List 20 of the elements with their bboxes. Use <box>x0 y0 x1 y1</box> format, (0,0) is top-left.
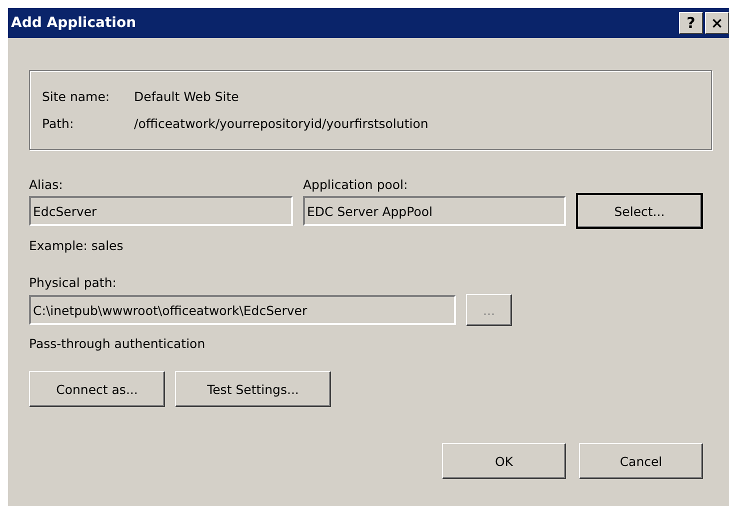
alias-field[interactable]: EdcServer <box>29 196 293 226</box>
application-pool-label: Application pool: <box>303 177 409 192</box>
select-button[interactable]: Select... <box>576 193 703 229</box>
physical-path-field[interactable]: C:\inetpub\wwwroot\officeatwork\EdcServer <box>29 295 456 325</box>
alias-label: Alias: <box>29 177 64 192</box>
info-label: Path: <box>42 116 75 131</box>
window-title: Add Application <box>11 15 138 31</box>
info-value: Default Web Site <box>134 89 240 104</box>
physical-path-label: Physical path: <box>29 275 118 290</box>
title-bar-button[interactable]: ? <box>679 12 703 34</box>
alias-example-text: Example: sales <box>29 238 124 253</box>
dialog-button[interactable]: OK <box>442 443 566 479</box>
info-value: /officeatwork/yourrepositoryid/yourfirstsolution <box>134 116 430 131</box>
application-pool-field[interactable]: EDC Server AppPool <box>303 196 566 226</box>
action-button[interactable]: Test Settings... <box>175 371 331 407</box>
dialog-button[interactable]: Cancel <box>579 443 703 479</box>
action-button[interactable]: Connect as... <box>29 371 165 407</box>
authentication-text: Pass-through authentication <box>29 336 206 351</box>
title-bar-button[interactable]: × <box>705 12 729 34</box>
info-label: Site name: <box>42 89 111 104</box>
